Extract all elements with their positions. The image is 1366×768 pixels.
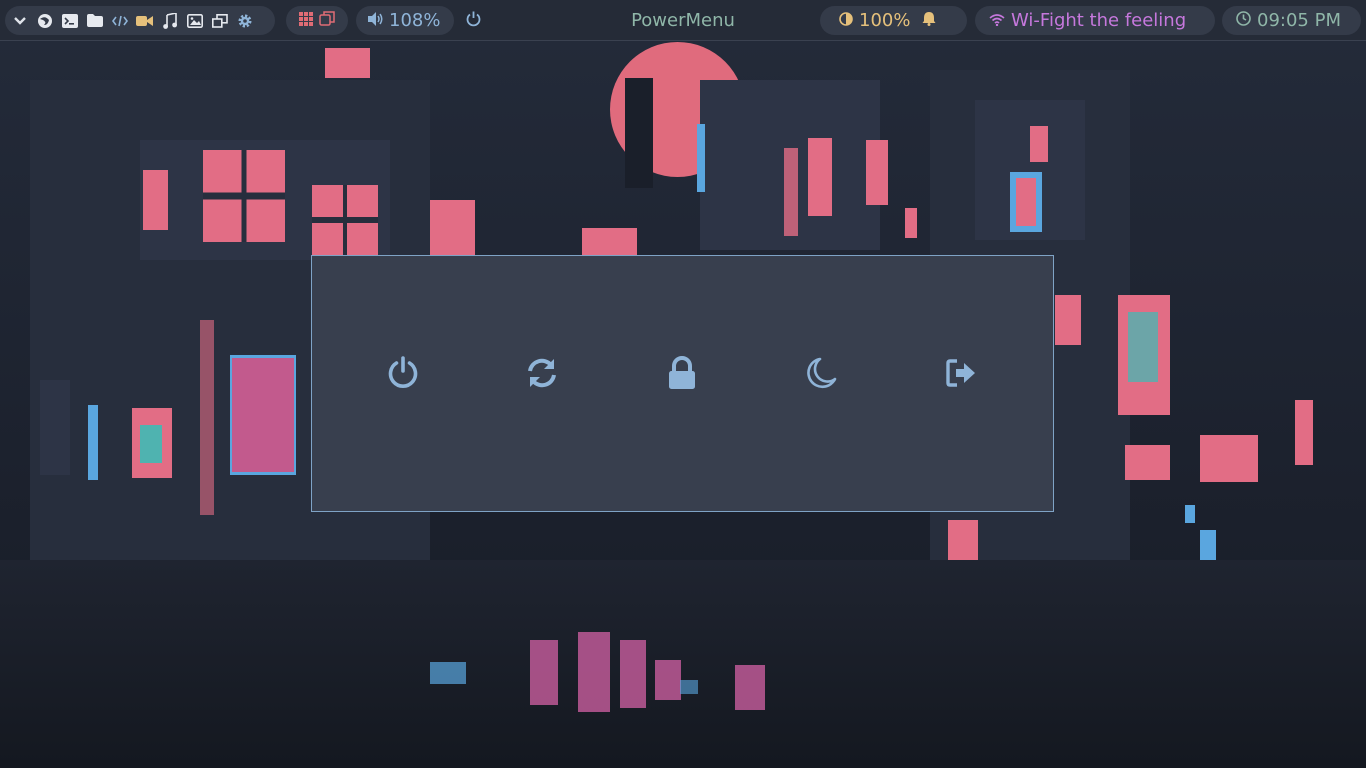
folder-icon[interactable] bbox=[82, 6, 107, 35]
music-icon[interactable] bbox=[157, 6, 182, 35]
wifi-ssid: Wi-Fight the feeling bbox=[1011, 10, 1187, 31]
grid-icon[interactable] bbox=[299, 11, 313, 30]
window-icon[interactable] bbox=[207, 6, 232, 35]
volume-value: 108% bbox=[389, 10, 441, 31]
power-icon bbox=[387, 356, 419, 394]
brightness-widget[interactable]: 100% bbox=[820, 6, 967, 35]
windows-icon[interactable] bbox=[319, 10, 335, 31]
brightness-value: 100% bbox=[859, 10, 911, 31]
image-icon[interactable] bbox=[182, 6, 207, 35]
shutdown-button[interactable] bbox=[373, 351, 433, 399]
firefox-icon[interactable] bbox=[32, 6, 57, 35]
terminal-icon[interactable] bbox=[57, 6, 82, 35]
volume-widget[interactable]: 108% bbox=[356, 6, 454, 35]
sleep-button[interactable] bbox=[792, 351, 852, 399]
top-bar: 108% PowerMenu 100% Wi-Fight the feeling… bbox=[0, 0, 1366, 41]
power-icon bbox=[466, 11, 481, 31]
gear-icon[interactable] bbox=[232, 6, 257, 35]
refresh-icon bbox=[526, 357, 558, 393]
clock-icon bbox=[1236, 11, 1251, 30]
logout-button[interactable] bbox=[932, 351, 992, 399]
wifi-icon bbox=[989, 11, 1005, 30]
launcher-group bbox=[5, 6, 275, 35]
workspace-group bbox=[286, 6, 348, 35]
logout-icon bbox=[946, 359, 978, 391]
power-menu-dialog bbox=[311, 255, 1054, 512]
lock-icon bbox=[667, 356, 697, 394]
clock-time: 09:05 PM bbox=[1257, 10, 1341, 31]
brightness-icon bbox=[839, 11, 853, 30]
clock-widget[interactable]: 09:05 PM bbox=[1222, 6, 1361, 35]
bell-icon[interactable] bbox=[922, 11, 936, 30]
power-widget[interactable] bbox=[459, 6, 487, 35]
moon-icon bbox=[807, 357, 837, 393]
reboot-button[interactable] bbox=[512, 351, 572, 399]
lock-button[interactable] bbox=[652, 351, 712, 399]
video-icon[interactable] bbox=[132, 6, 157, 35]
wifi-widget[interactable]: Wi-Fight the feeling bbox=[975, 6, 1215, 35]
code-icon[interactable] bbox=[107, 6, 132, 35]
chevron-down-icon[interactable] bbox=[7, 6, 32, 35]
active-window-title: PowerMenu bbox=[631, 10, 735, 31]
volume-icon bbox=[368, 11, 384, 30]
